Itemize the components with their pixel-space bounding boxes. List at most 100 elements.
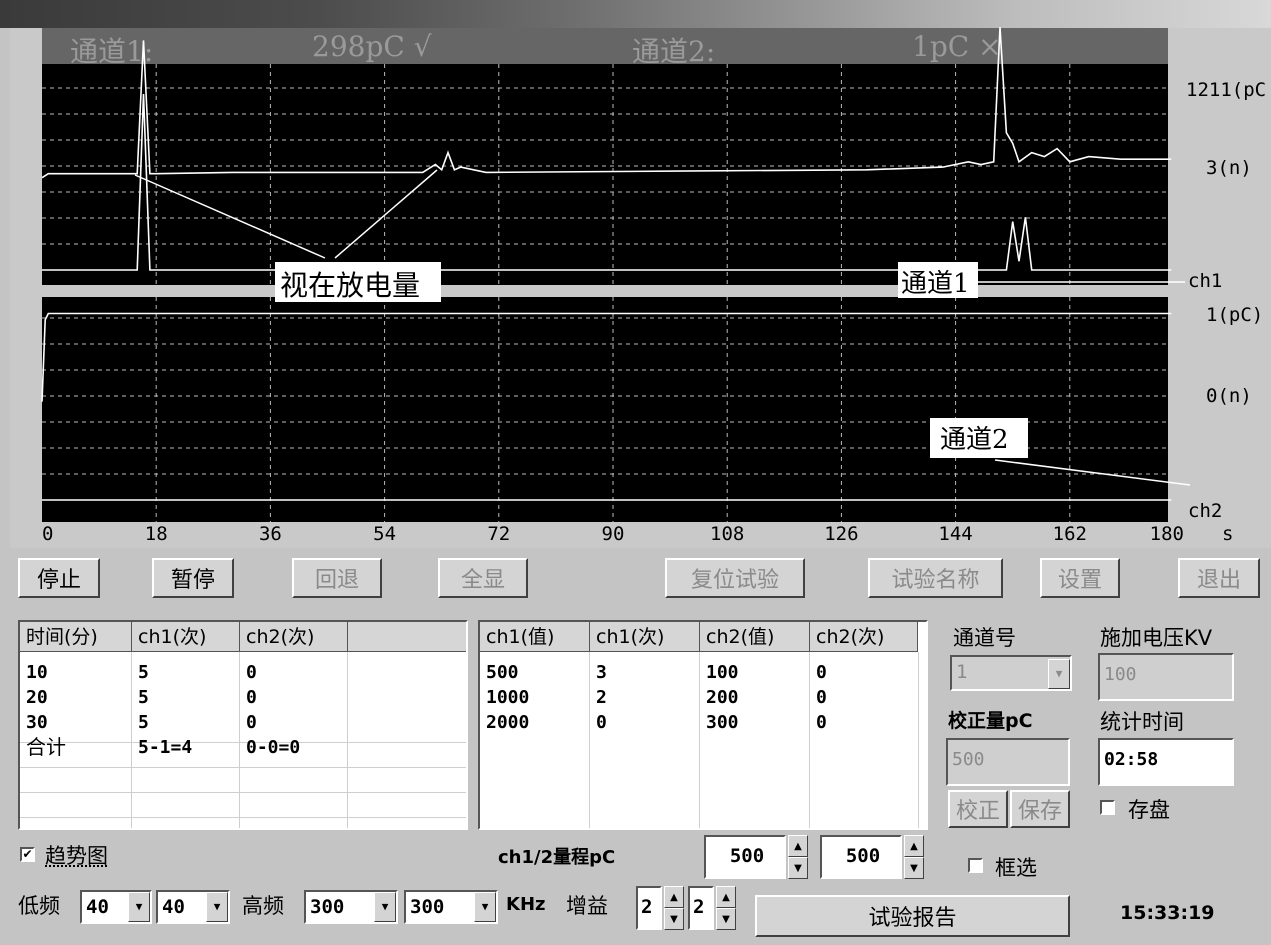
gain2-down-icon[interactable]: ▼ [716,908,736,930]
table2-cell: 500 [486,662,519,683]
table1-cell: 5 [138,712,149,733]
table1-header-ch1[interactable]: ch1(次) [132,622,240,652]
table2-cell: 2000 [486,712,530,733]
gain-input-1[interactable]: 2 [636,886,662,930]
table2-cell: 2 [596,687,607,708]
chevron-down-icon[interactable]: ▼ [206,892,228,922]
chevron-down-icon[interactable]: ▼ [474,892,496,922]
frame-select-checkbox[interactable] [968,858,983,873]
table1-header-ch2[interactable]: ch2(次) [240,622,348,652]
table2-header-ch2-value[interactable]: ch2(值) [700,622,810,652]
table2-header-ch1-value[interactable]: ch1(值) [480,622,590,652]
annotation-channel2: 通道2 [940,425,1009,455]
gain-input-2[interactable]: 2 [688,886,714,930]
table1-cell: 合计 [26,735,66,759]
chevron-down-icon[interactable]: ▼ [128,892,150,922]
stat-time-field[interactable]: 02:58 [1098,738,1234,786]
ch1-range-up-icon[interactable]: ▲ [788,835,808,857]
gain1-up-icon[interactable]: ▲ [664,886,684,908]
table1-cell: 0 [246,687,257,708]
table1-cell: 10 [26,662,48,683]
ch1-range-input[interactable]: 500 [704,835,786,879]
save-button[interactable]: 保存 [1010,790,1070,828]
save-disk-label: 存盘 [1128,798,1170,822]
calibrate-button[interactable]: 校正 [948,790,1008,828]
ch1-plot-area [42,64,1168,285]
low-freq-select-2[interactable]: 40 ▼ [156,890,230,924]
table2-cell: 3 [596,662,607,683]
gain-label: 增益 [566,894,608,918]
table2-header-ch2-count[interactable]: ch2(次) [810,622,918,652]
settings-button[interactable]: 设置 [1040,558,1120,598]
applied-voltage-field[interactable]: 100 [1098,653,1234,701]
gain1-down-icon[interactable]: ▼ [664,908,684,930]
table2-cell: 300 [706,712,739,733]
x-tick-label: 126 [824,523,858,545]
trend-label: 趋势图 [45,844,108,868]
x-tick-label: 18 [145,523,168,545]
ch2-range-input[interactable]: 500 [820,835,902,879]
x-tick-label: 162 [1053,523,1087,545]
high-freq-value-1: 300 [310,896,345,918]
table2-cell: 1000 [486,687,530,708]
khz-label: KHz [506,894,546,915]
test-report-button[interactable]: 试验报告 [755,895,1070,937]
table1-cell: 30 [26,712,48,733]
ch1-mid-label: 3(n) [1206,157,1252,179]
chevron-down-icon[interactable]: ▼ [1048,659,1070,689]
pause-button[interactable]: 暂停 [152,558,234,598]
reset-test-button[interactable]: 复位试验 [665,558,805,598]
table2-header-ch1-count[interactable]: ch1(次) [590,622,700,652]
table1-header-time[interactable]: 时间(分) [20,622,132,652]
table1-cell: 0 [246,662,257,683]
table2-cell: 0 [596,712,607,733]
ch2-name-label: ch2 [1188,500,1222,522]
table1-cell: 0-0=0 [246,737,301,758]
high-freq-select-1[interactable]: 300 ▼ [304,890,398,924]
table1-cell: 5-1=4 [138,737,193,758]
x-tick-label: 108 [710,523,744,545]
annotation-channel1: 通道1 [901,269,970,299]
low-freq-select-1[interactable]: 40 ▼ [80,890,152,924]
x-tick-label: 180 [1150,523,1184,545]
x-unit-label: s [1222,523,1233,545]
ch1-range-down-icon[interactable]: ▼ [788,857,808,879]
back-button[interactable]: 回退 [292,558,382,598]
annotation-apparent-discharge: 视在放电量 [280,269,420,302]
table2-cell: 0 [816,712,827,733]
table2-cell: 0 [816,662,827,683]
calibration-label: 校正量pC [948,710,1033,732]
ch2-range-down-icon[interactable]: ▼ [904,857,924,879]
table2-cell: 200 [706,687,739,708]
ch2-plot-area [42,297,1168,522]
calibration-field[interactable]: 500 [946,738,1070,786]
ch1-top-label: 1211(pC [1186,79,1266,101]
table1-cell: 20 [26,687,48,708]
test-name-button[interactable]: 试验名称 [868,558,1003,598]
x-tick-label: 90 [602,523,625,545]
high-freq-select-2[interactable]: 300 ▼ [404,890,498,924]
stat-time-label: 统计时间 [1100,710,1184,734]
exit-button[interactable]: 退出 [1178,558,1260,598]
table1-cell: 5 [138,687,149,708]
table1-header-empty[interactable] [348,622,466,652]
ch2-range-up-icon[interactable]: ▲ [904,835,924,857]
value-count-table[interactable]: ch1(值) ch1(次) ch2(值) ch2(次) 500 3 100 0 … [478,620,928,830]
show-all-button[interactable]: 全显 [438,558,528,598]
save-disk-checkbox[interactable] [1100,800,1115,815]
ch2-top-label: 1(pC) [1206,304,1263,326]
oscilloscope-chart: 0 18 36 54 72 90 108 126 144 162 180 视在放电量 通道1 通道2… [41,27,1266,545]
frame-select-label: 框选 [995,856,1037,880]
gain2-up-icon[interactable]: ▲ [716,886,736,908]
ch2-mid-label: 0(n) [1206,385,1252,407]
time-count-table[interactable]: 时间(分) ch1(次) ch2(次) 10 5 0 20 5 0 30 5 0… [18,620,468,830]
channel-number-select[interactable]: 1 ▼ [950,655,1072,691]
range-label: ch1/2量程pC [498,847,616,868]
high-freq-label: 高频 [242,894,284,918]
applied-voltage-label: 施加电压KV [1100,626,1213,650]
low-freq-value-1: 40 [86,896,109,918]
chevron-down-icon[interactable]: ▼ [374,892,396,922]
table1-cell: 5 [138,662,149,683]
stop-button[interactable]: 停止 [18,558,100,598]
trend-checkbox[interactable]: ✔ [20,847,35,862]
